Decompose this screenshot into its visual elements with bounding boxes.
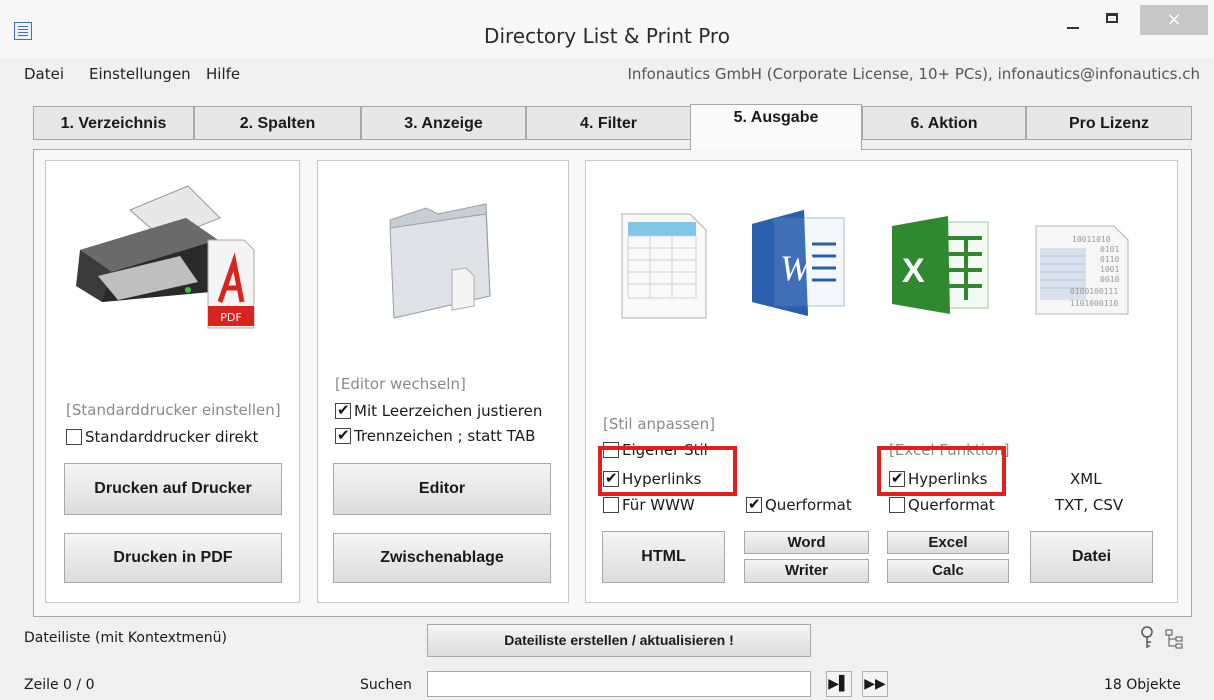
- maximize-button[interactable]: [1096, 5, 1130, 35]
- pdf-badge-text: PDF: [220, 311, 241, 324]
- folder-icon: [389, 203, 491, 319]
- filelist-label: Dateiliste (mit Kontextmenü): [24, 630, 227, 646]
- tab-anzeige[interactable]: 3. Anzeige: [361, 106, 526, 140]
- excel-icon: X: [892, 216, 989, 314]
- svg-text:1001: 1001: [1100, 265, 1119, 274]
- excel-export-button[interactable]: Excel: [887, 531, 1009, 554]
- close-button[interactable]: ×: [1140, 5, 1208, 35]
- separator-semicolon-checkbox[interactable]: Trennzeichen ; statt TAB: [335, 426, 535, 445]
- tab-filter[interactable]: 4. Filter: [526, 106, 691, 140]
- clipboard-button[interactable]: Zwischenablage: [333, 533, 551, 583]
- highlight-html-hyperlinks: [598, 446, 737, 496]
- menu-datei[interactable]: Datei: [24, 65, 64, 83]
- svg-text:0010: 0010: [1100, 275, 1119, 284]
- svg-text:1101000110: 1101000110: [1070, 299, 1118, 308]
- word-landscape-checkbox[interactable]: Querformat: [746, 495, 852, 514]
- tree-view-icon[interactable]: [1164, 628, 1186, 650]
- file-export-button[interactable]: Datei: [1030, 531, 1153, 583]
- for-www-checkbox[interactable]: Für WWW: [603, 496, 695, 514]
- menu-bar: Datei Einstellungen Hilfe Infonautics Gm…: [0, 58, 1214, 90]
- calc-export-button[interactable]: Calc: [887, 559, 1009, 583]
- svg-text:0110: 0110: [1100, 255, 1119, 264]
- svg-text:10011010: 10011010: [1072, 235, 1111, 244]
- html-table-icon: [621, 213, 707, 319]
- app-window: Directory List & Print Pro × Datei Einst…: [0, 0, 1214, 700]
- minimize-button[interactable]: [1057, 5, 1091, 35]
- window-title: Directory List & Print Pro: [484, 24, 730, 48]
- switch-editor-link[interactable]: [Editor wechseln]: [335, 375, 466, 393]
- object-count: 18 Objekte: [1104, 677, 1181, 693]
- excel-letter: X: [902, 252, 925, 290]
- tab-aktion[interactable]: 6. Aktion: [862, 106, 1026, 140]
- standard-printer-link[interactable]: [Standarddrucker einstellen]: [66, 401, 281, 419]
- tab-spalten[interactable]: 2. Spalten: [194, 106, 361, 140]
- menu-einstellungen[interactable]: Einstellungen: [89, 65, 191, 83]
- printer-pdf-icon: PDF: [76, 185, 255, 329]
- word-letter: W: [780, 248, 813, 288]
- line-counter: Zeile 0 / 0: [24, 677, 95, 693]
- excel-landscape-checkbox[interactable]: Querformat: [889, 496, 995, 514]
- data-file-icon: 10011010 0101 0110 1001 0010 0100100111 …: [1035, 225, 1129, 315]
- create-filelist-button[interactable]: Dateiliste erstellen / aktualisieren !: [427, 624, 811, 657]
- next-match-button[interactable]: ▶▌: [826, 671, 852, 697]
- writer-export-button[interactable]: Writer: [744, 559, 869, 583]
- xml-label: XML: [1070, 470, 1102, 488]
- key-icon[interactable]: [1137, 626, 1157, 650]
- checkbox-box[interactable]: [746, 495, 762, 513]
- checkbox-box[interactable]: [335, 426, 351, 444]
- standard-printer-direct-checkbox[interactable]: Standarddrucker direkt: [66, 428, 258, 446]
- word-export-button[interactable]: Word: [744, 531, 869, 554]
- license-info: Infonautics GmbH (Corporate License, 10+…: [627, 65, 1200, 83]
- checkbox-box[interactable]: [603, 497, 619, 513]
- print-printer-button[interactable]: Drucken auf Drucker: [64, 463, 282, 515]
- txt-csv-label: TXT, CSV: [1055, 496, 1124, 514]
- checkbox-box[interactable]: [889, 497, 905, 513]
- svg-text:0100100111: 0100100111: [1070, 287, 1118, 296]
- title-bar: Directory List & Print Pro ×: [0, 0, 1214, 59]
- print-pdf-button[interactable]: Drucken in PDF: [64, 533, 282, 583]
- checkbox-box[interactable]: [335, 401, 351, 419]
- tab-bar: 1. Verzeichnis 2. Spalten 3. Anzeige 4. …: [0, 90, 1214, 150]
- checkbox-box[interactable]: [66, 429, 82, 445]
- svg-text:0101: 0101: [1100, 245, 1119, 254]
- tab-ausgabe[interactable]: 5. Ausgabe: [690, 104, 862, 150]
- menu-hilfe[interactable]: Hilfe: [206, 65, 240, 83]
- tab-pro-lizenz[interactable]: Pro Lizenz: [1026, 106, 1192, 140]
- search-input[interactable]: [427, 671, 811, 697]
- editor-button[interactable]: Editor: [333, 463, 551, 515]
- tab-verzeichnis[interactable]: 1. Verzeichnis: [33, 106, 194, 140]
- word-icon: W: [752, 210, 845, 316]
- last-match-button[interactable]: ▶▶: [862, 671, 888, 697]
- highlight-excel-hyperlinks: [877, 446, 1006, 496]
- justify-spaces-checkbox[interactable]: Mit Leerzeichen justieren: [335, 401, 542, 420]
- html-export-button[interactable]: HTML: [602, 531, 725, 583]
- search-label: Suchen: [360, 677, 412, 693]
- style-adjust-link[interactable]: [Stil anpassen]: [603, 415, 715, 433]
